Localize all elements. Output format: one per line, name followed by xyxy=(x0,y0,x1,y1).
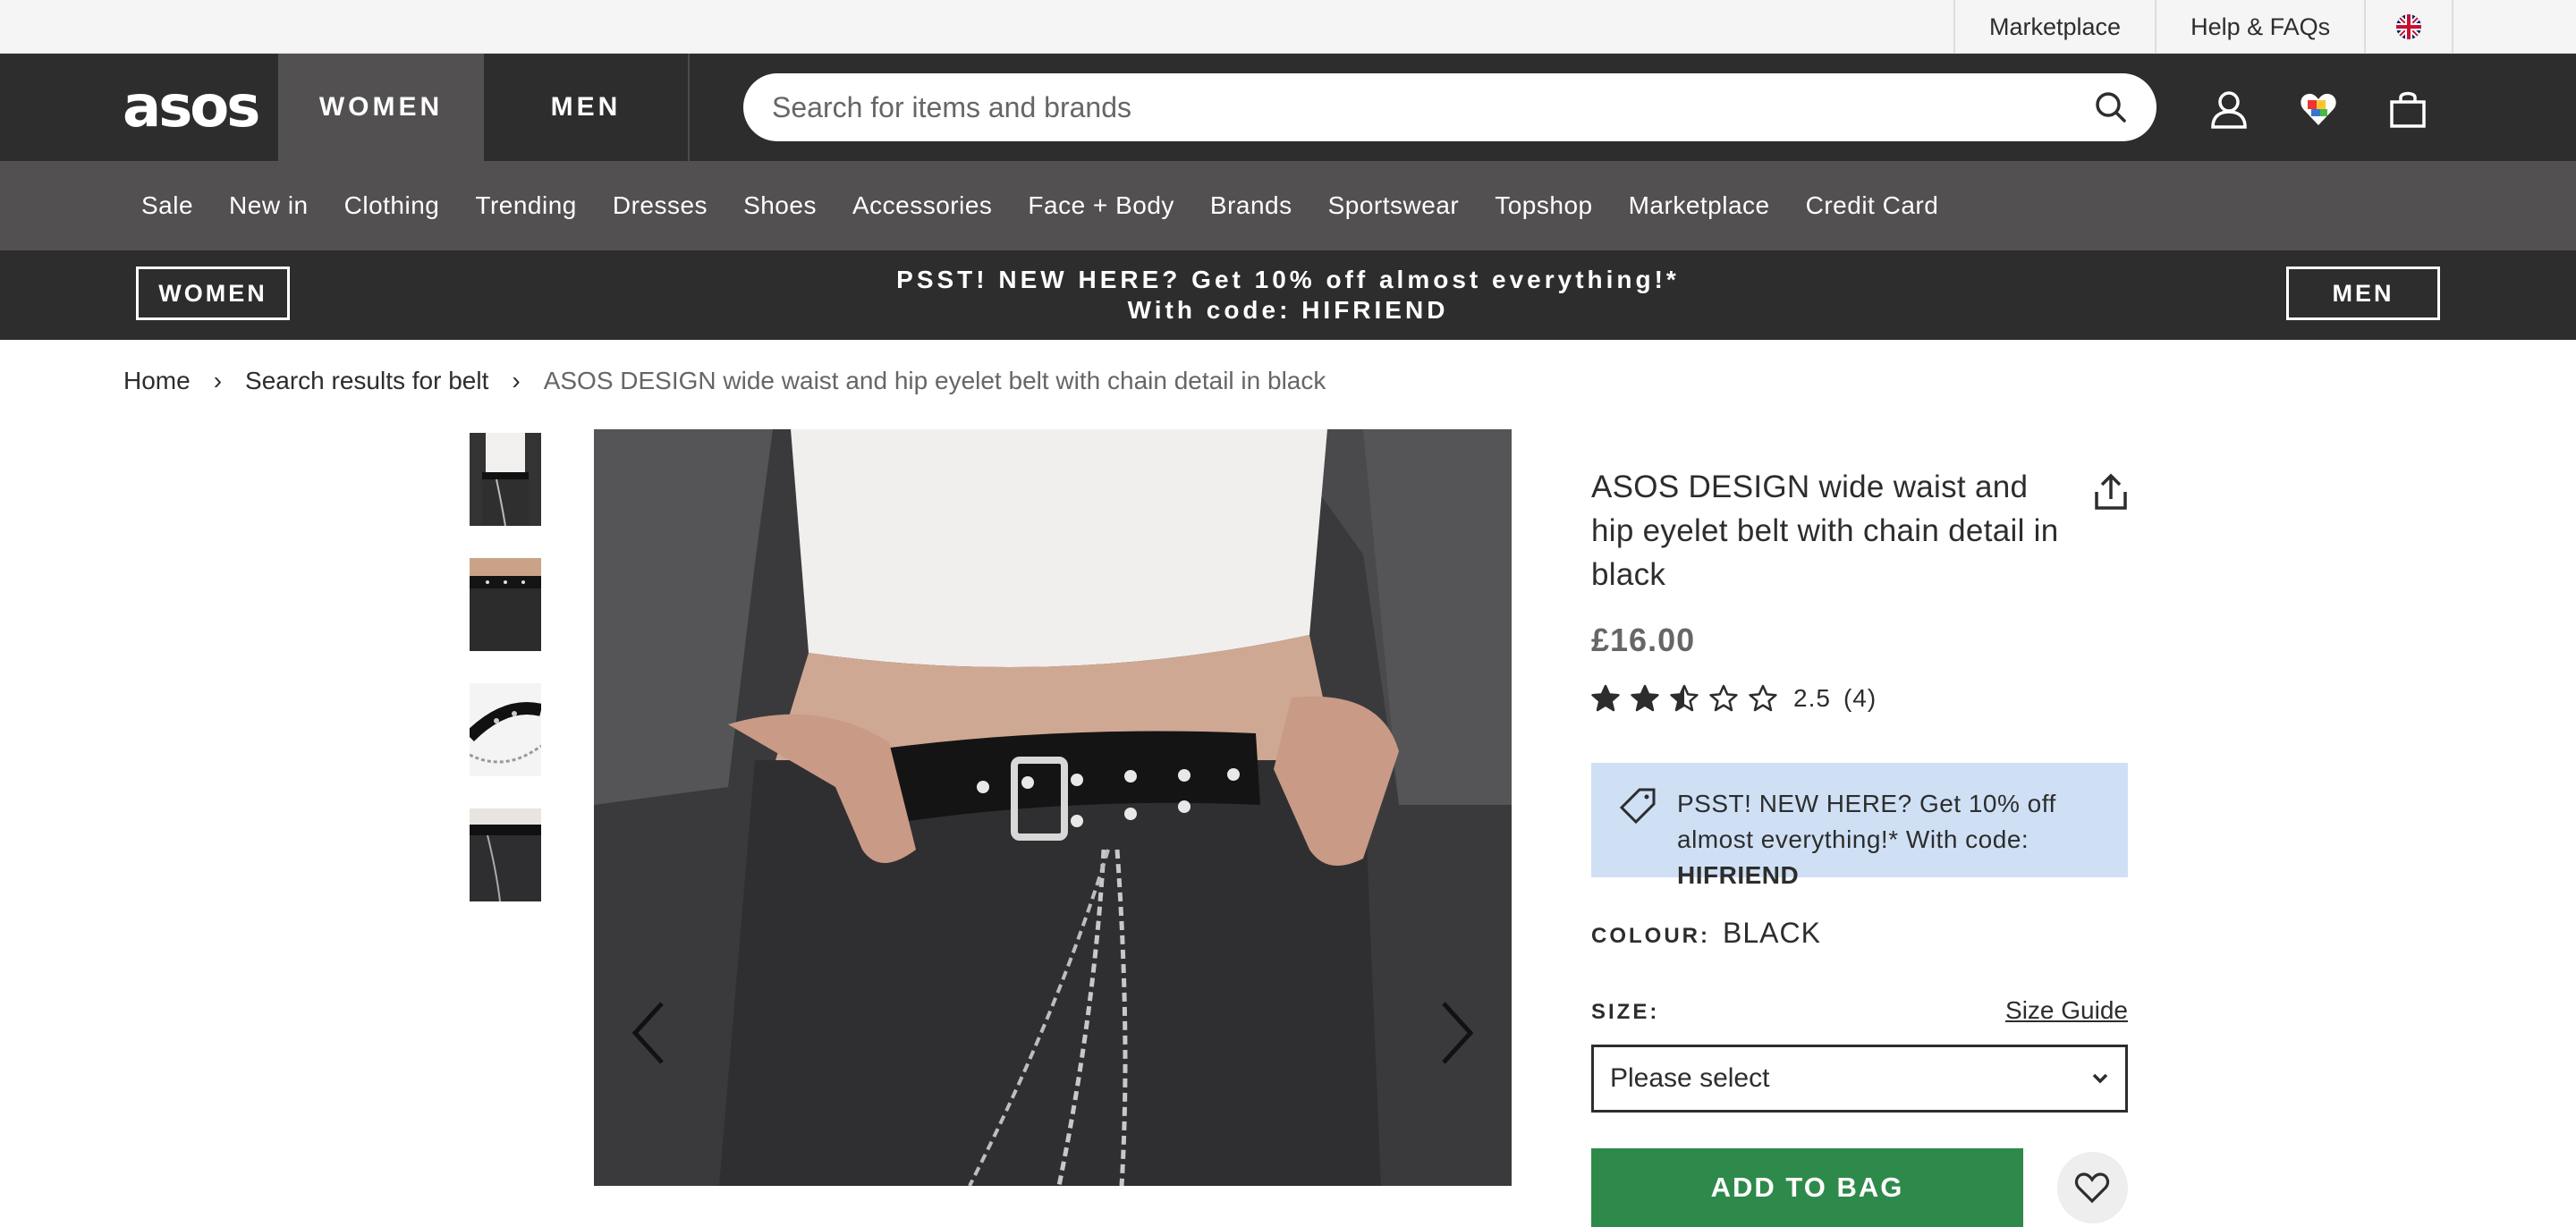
breadcrumb-home[interactable]: Home xyxy=(123,367,191,395)
breadcrumb: Home › Search results for belt › ASOS DE… xyxy=(123,367,1326,395)
product-thumbnail-3[interactable] xyxy=(470,683,541,776)
nav-item-accessories[interactable]: Accessories xyxy=(835,191,1010,220)
nav-item-dresses[interactable]: Dresses xyxy=(595,191,725,220)
product-price: £16.00 xyxy=(1591,622,1696,658)
help-faqs-link[interactable]: Help & FAQs xyxy=(2155,0,2364,54)
promo-line-1: PSST! NEW HERE? Get 10% off almost every… xyxy=(896,266,1680,293)
breadcrumb-current: ASOS DESIGN wide waist and hip eyelet be… xyxy=(543,367,1326,394)
product-thumbnail-2[interactable] xyxy=(470,558,541,651)
promo-text: PSST! NEW HERE? Get 10% off almost every… xyxy=(0,265,2576,326)
nav-item-clothing[interactable]: Clothing xyxy=(326,191,458,220)
rating-value: 2.5 xyxy=(1793,684,1831,712)
heart-icon xyxy=(2075,1172,2110,1204)
add-to-bag-button[interactable]: ADD TO BAG xyxy=(1591,1148,2023,1227)
nav-item-credit-card[interactable]: Credit Card xyxy=(1788,191,1957,220)
price-tag-icon xyxy=(1619,788,1656,825)
nav-item-shoes[interactable]: Shoes xyxy=(725,191,835,220)
nav-item-marketplace[interactable]: Marketplace xyxy=(1611,191,1788,220)
country-selector[interactable] xyxy=(2364,0,2454,54)
product-info-panel: ASOS DESIGN wide waist and hip eyelet be… xyxy=(1591,465,2128,1227)
size-select-value: Please select xyxy=(1610,1063,1770,1093)
marketplace-link[interactable]: Marketplace xyxy=(1953,0,2155,54)
promo-banner[interactable]: WOMEN PSST! NEW HERE? Get 10% off almost… xyxy=(0,250,2576,340)
product-main-image[interactable] xyxy=(594,429,1512,1186)
uk-flag-icon xyxy=(2396,14,2422,39)
promo-line-2: With code: HIFRIEND xyxy=(1127,296,1449,324)
nav-item-sale[interactable]: Sale xyxy=(123,191,211,220)
nav-item-topshop[interactable]: Topshop xyxy=(1477,191,1610,220)
nav-item-new-in[interactable]: New in xyxy=(211,191,326,220)
product-actions: ADD TO BAG xyxy=(1591,1148,2128,1227)
rating-count: (4) xyxy=(1843,684,1877,712)
next-image-arrow[interactable] xyxy=(1426,993,1479,1073)
nav-item-trending[interactable]: Trending xyxy=(457,191,594,220)
previous-image-arrow[interactable] xyxy=(626,993,680,1073)
account-icon[interactable] xyxy=(2209,89,2249,129)
product-title: ASOS DESIGN wide waist and hip eyelet be… xyxy=(1591,470,2059,592)
product-rating[interactable]: 2.5 (4) xyxy=(1591,681,2128,716)
promo-message: PSST! NEW HERE? Get 10% off almost every… xyxy=(1677,786,2101,893)
nav-item-brands[interactable]: Brands xyxy=(1192,191,1310,220)
rating-star-icon xyxy=(1631,684,1659,712)
utility-links: Marketplace Help & FAQs xyxy=(1953,0,2454,54)
colour-value: BLACK xyxy=(1722,917,1821,949)
bag-icon[interactable] xyxy=(2388,89,2428,129)
rating-star-icon xyxy=(1709,684,1738,712)
search-icon[interactable] xyxy=(2094,90,2128,124)
search-input[interactable] xyxy=(772,90,2094,124)
promo-code: HIFRIEND xyxy=(1677,861,1800,889)
asos-logo[interactable]: asos xyxy=(123,79,260,136)
breadcrumb-search-results[interactable]: Search results for belt xyxy=(245,367,488,395)
save-for-later-button[interactable] xyxy=(2056,1152,2128,1223)
promo-message-box: PSST! NEW HERE? Get 10% off almost every… xyxy=(1591,763,2128,889)
size-row: SIZE: Size Guide xyxy=(1591,996,2128,1025)
colour-label: COLOUR: xyxy=(1591,924,1710,948)
product-thumbnail-4[interactable] xyxy=(470,808,541,901)
breadcrumb-separator: › xyxy=(512,367,521,394)
product-thumbnail-1[interactable] xyxy=(470,433,541,526)
utility-bar: Marketplace Help & FAQs xyxy=(0,0,2576,54)
product-photo xyxy=(594,429,1512,1186)
rating-stars xyxy=(1591,684,1777,713)
main-header: asos WOMEN MEN xyxy=(0,54,2576,161)
tab-men[interactable]: MEN xyxy=(484,54,690,161)
promo-men-button[interactable]: MEN xyxy=(2286,267,2440,320)
breadcrumb-separator: › xyxy=(213,367,223,394)
rating-star-icon xyxy=(1591,684,1620,712)
share-icon[interactable] xyxy=(2093,472,2129,512)
size-select[interactable]: Please select xyxy=(1591,1045,2128,1113)
nav-item-sportswear[interactable]: Sportswear xyxy=(1310,191,1478,220)
category-nav: Sale New in Clothing Trending Dresses Sh… xyxy=(0,161,2576,250)
nav-item-face-body[interactable]: Face + Body xyxy=(1010,191,1191,220)
chevron-down-icon xyxy=(2092,1073,2108,1084)
size-guide-link[interactable]: Size Guide xyxy=(2005,996,2128,1025)
rating-star-icon xyxy=(1670,684,1699,712)
colour-row: COLOUR: BLACK xyxy=(1591,917,2128,950)
promo-message-text: PSST! NEW HERE? Get 10% off almost every… xyxy=(1677,790,2056,853)
saved-items-icon[interactable] xyxy=(2299,89,2338,129)
size-label: SIZE: xyxy=(1591,1000,1660,1024)
tab-women[interactable]: WOMEN xyxy=(278,54,484,161)
search-bar xyxy=(743,73,2157,141)
rating-star-icon xyxy=(1749,684,1777,712)
